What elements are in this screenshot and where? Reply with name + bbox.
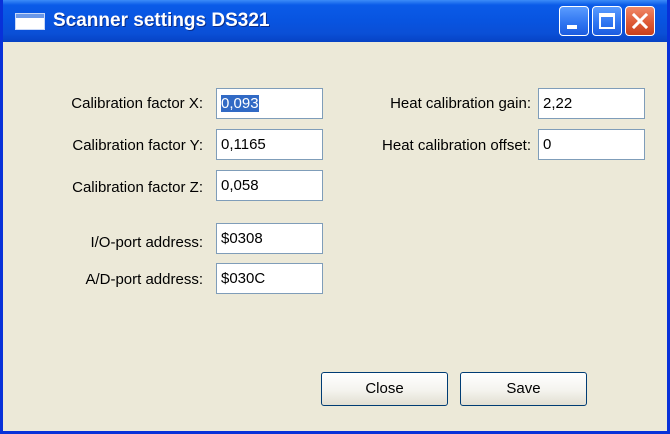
ad-port-input[interactable]: $030C [216,263,323,294]
calibration-x-label: Calibration factor X: [71,95,203,112]
close-window-button[interactable] [625,6,655,36]
calibration-z-input[interactable]: 0,058 [216,170,323,201]
heat-gain-label: Heat calibration gain: [390,95,531,112]
ad-port-label: A/D-port address: [85,271,203,288]
minimize-button[interactable] [559,6,589,36]
window-title: Scanner settings DS321 [53,10,270,31]
app-window-icon [15,13,45,30]
calibration-x-input[interactable]: 0,093 [216,88,323,119]
calibration-y-label: Calibration factor Y: [72,137,203,154]
heat-offset-input[interactable]: 0 [538,129,645,160]
settings-dialog: Scanner settings DS321 Calibration facto… [0,0,670,434]
save-button[interactable]: Save [460,372,587,406]
io-port-input[interactable]: $0308 [216,223,323,254]
heat-gain-input[interactable]: 2,22 [538,88,645,119]
close-button[interactable]: Close [321,372,448,406]
calibration-z-label: Calibration factor Z: [72,179,203,196]
calibration-y-input[interactable]: 0,1165 [216,129,323,160]
heat-offset-label: Heat calibration offset: [382,137,531,154]
maximize-button[interactable] [592,6,622,36]
io-port-label: I/O-port address: [90,234,203,251]
calibration-x-value: 0,093 [221,95,259,112]
close-icon [631,12,649,30]
title-bar[interactable]: Scanner settings DS321 [3,0,667,42]
maximize-icon [599,13,615,29]
minimize-icon [567,25,577,29]
